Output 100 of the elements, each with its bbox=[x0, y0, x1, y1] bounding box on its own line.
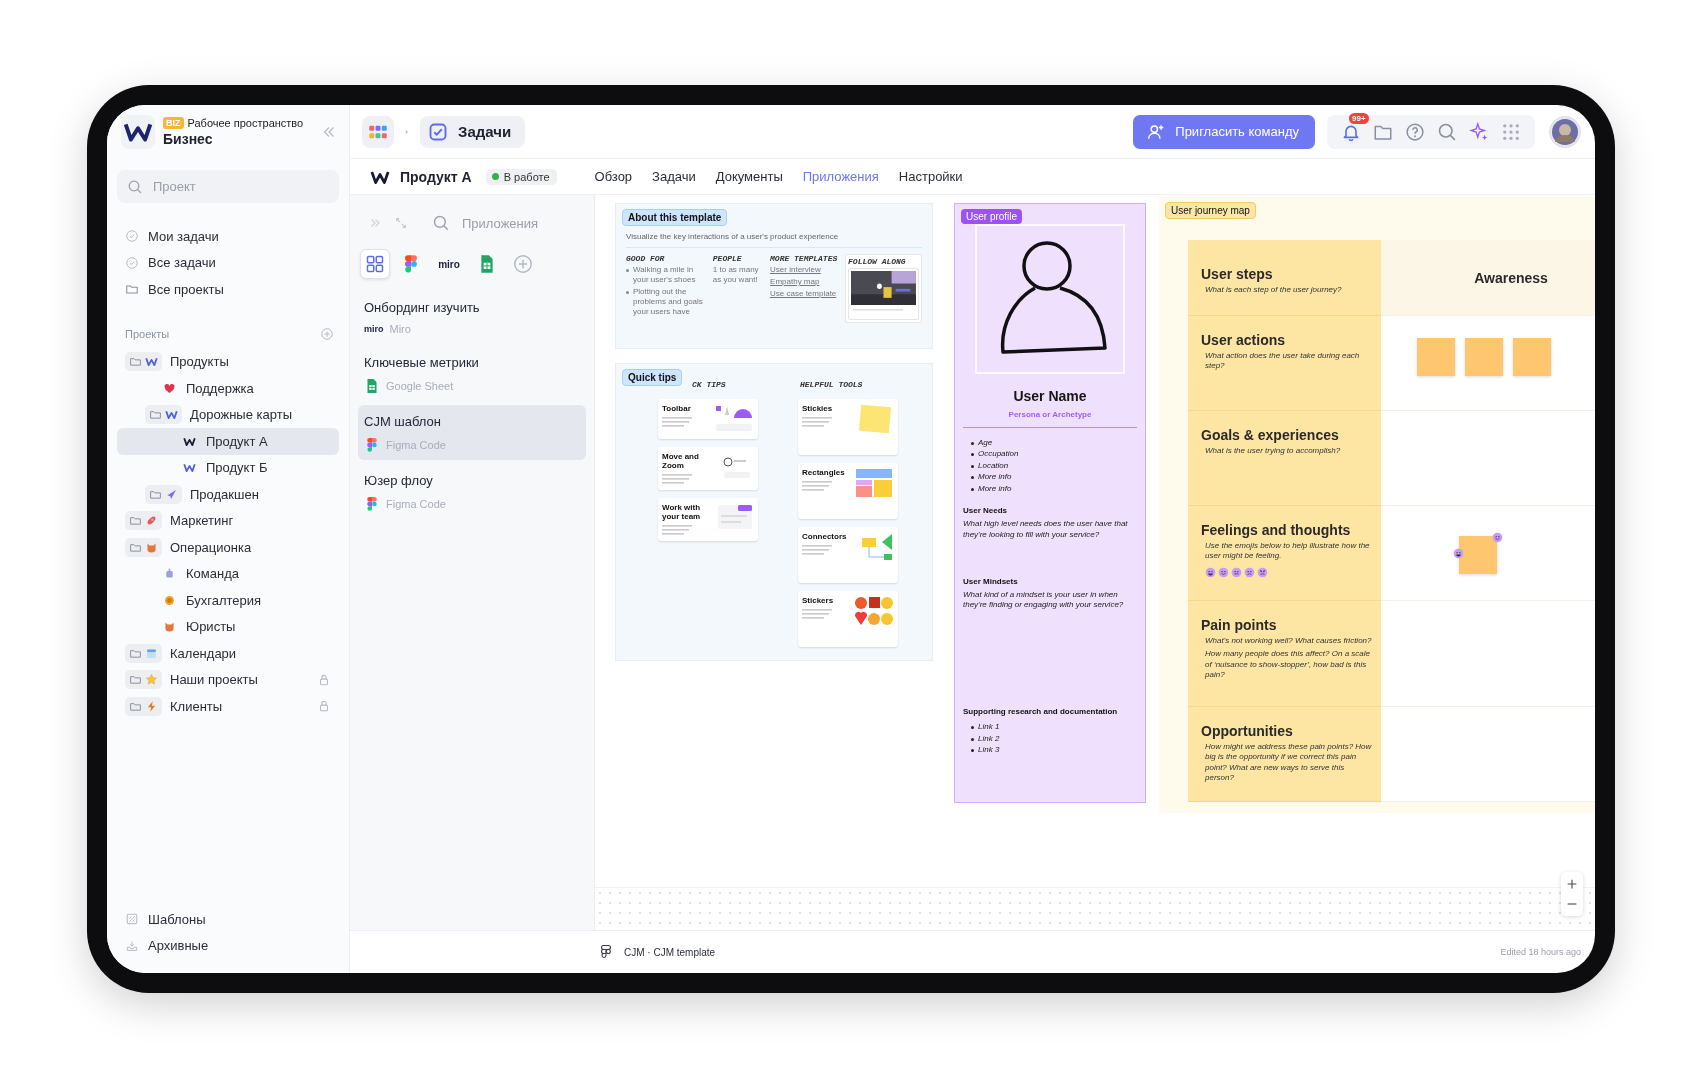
row-hint: How many people does this affect? On a scale of ‘nuisance to show-stopper’, how bad is this pain? bbox=[1204, 649, 1371, 681]
add-project-icon[interactable] bbox=[320, 326, 334, 341]
bullet-icon bbox=[971, 487, 974, 491]
text-lines-drawing bbox=[802, 480, 832, 492]
tip-title: Stickies bbox=[802, 404, 834, 413]
app-title: Ключевые метрики bbox=[364, 355, 480, 370]
project-item[interactable]: Наши проекты bbox=[117, 666, 339, 693]
sad-face-icon bbox=[1244, 566, 1255, 578]
bullet-text: Plotting out the problems and goals your users have bbox=[633, 287, 704, 317]
frame-label: Quick tips bbox=[622, 369, 683, 386]
research-link[interactable]: Link 1 bbox=[978, 722, 1000, 733]
bullet-icon bbox=[971, 476, 974, 480]
project-item[interactable]: Продукт А bbox=[117, 428, 339, 455]
row-title: User steps bbox=[1201, 266, 1274, 282]
w-logo-icon bbox=[145, 355, 158, 369]
all-filter[interactable] bbox=[360, 249, 390, 279]
figma-icon bbox=[364, 437, 380, 453]
nav-item[interactable]: Мои задачи bbox=[117, 223, 339, 250]
nav-item[interactable]: Шаблоны bbox=[117, 906, 339, 933]
tab[interactable]: Приложения bbox=[802, 169, 879, 184]
section-text: What kind of a mindset is your user in when they're finding or engaging with your service? bbox=[963, 589, 1125, 612]
row-hint: What is the user trying to accomplish? bbox=[1204, 446, 1342, 457]
tip-title: Rectangles bbox=[802, 468, 846, 477]
app-item[interactable]: Ключевые метрики Google Sheet bbox=[358, 346, 586, 401]
miro-logo: miro bbox=[364, 324, 384, 334]
column-heading: PEOPLE bbox=[712, 254, 743, 263]
workspace-label: Рабочее пространство bbox=[187, 116, 304, 129]
search-field[interactable]: Проект bbox=[117, 170, 339, 203]
project-item[interactable]: Команда bbox=[117, 560, 339, 587]
text-lines-drawing bbox=[662, 473, 692, 485]
project-item[interactable]: Календари bbox=[117, 640, 339, 667]
project-item[interactable]: Маркетинг bbox=[117, 507, 339, 534]
templates-icon bbox=[125, 912, 139, 927]
tab[interactable]: Документы bbox=[715, 169, 783, 184]
help-icon[interactable] bbox=[1405, 121, 1425, 142]
resize-icon[interactable] bbox=[394, 216, 408, 230]
app-item[interactable]: Юзер флоу Figma Code bbox=[358, 464, 586, 519]
template-link[interactable]: User interview bbox=[770, 265, 840, 275]
section-title: Supporting research and documentation bbox=[963, 707, 1119, 717]
app-item[interactable]: CJM шаблон Figma Code bbox=[358, 405, 586, 460]
tab[interactable]: Задачи bbox=[652, 169, 696, 184]
template-subtitle: Visualize the key interactions of a user's product experience bbox=[626, 232, 840, 241]
project-item[interactable]: Операционка bbox=[117, 534, 339, 561]
breadcrumb-button[interactable]: Задачи bbox=[420, 115, 526, 148]
template-link[interactable]: Use case template bbox=[770, 289, 840, 299]
w-logo-icon bbox=[183, 461, 196, 475]
bullet-icon bbox=[971, 464, 974, 468]
tip-title: Connectors bbox=[802, 532, 848, 541]
search-field[interactable]: Приложения bbox=[432, 210, 586, 236]
search-icon[interactable] bbox=[1437, 121, 1457, 142]
project-item[interactable]: Продакшен bbox=[117, 481, 339, 508]
workspace-name[interactable]: Бизнес bbox=[163, 130, 311, 147]
research-link[interactable]: Link 3 bbox=[978, 744, 1000, 756]
bullet-icon bbox=[971, 442, 974, 445]
grid-icon bbox=[365, 254, 385, 274]
section-text: What high level needs does the user have that they're looking to fill with your service? bbox=[963, 518, 1129, 541]
section-title: User Needs bbox=[963, 505, 1009, 515]
sparkle-icon[interactable] bbox=[1469, 121, 1489, 142]
nav-item[interactable]: Все проекты bbox=[117, 276, 339, 303]
frame-label: About this template bbox=[622, 209, 728, 226]
apps-button[interactable] bbox=[362, 115, 394, 148]
file-name: CJM · CJM template bbox=[624, 946, 716, 958]
project-item[interactable]: Юристы bbox=[117, 613, 339, 640]
expand-icon[interactable] bbox=[368, 216, 382, 230]
app-title: CJM шаблон bbox=[364, 414, 442, 429]
section-title: User Mindsets bbox=[963, 576, 1019, 586]
workspace-badge: BIZ bbox=[163, 116, 184, 129]
text-lines-drawing bbox=[662, 524, 692, 536]
project-item[interactable]: Клиенты bbox=[117, 693, 339, 720]
tab[interactable]: Обзор bbox=[594, 169, 633, 184]
research-link[interactable]: Link 2 bbox=[978, 733, 1000, 744]
grinning-face-icon bbox=[1453, 548, 1464, 559]
video-card[interactable] bbox=[848, 268, 919, 320]
bullet-icon bbox=[971, 737, 974, 741]
app-item[interactable]: Онбординг изучить miro Miro bbox=[358, 291, 586, 342]
body-text: 1 to as many as you want! bbox=[712, 265, 760, 285]
frame-label: User profile bbox=[961, 209, 1023, 224]
project-item[interactable]: Бухгалтерия bbox=[117, 587, 339, 614]
project-item[interactable]: Продукты bbox=[117, 348, 339, 375]
tab[interactable]: Настройки bbox=[898, 169, 963, 184]
project-item[interactable]: Дорожные карты bbox=[117, 401, 339, 428]
notification-badge: 99+ bbox=[1349, 112, 1369, 124]
sticky-note[interactable] bbox=[1459, 536, 1497, 574]
grinning-face-icon bbox=[1205, 566, 1216, 578]
invite-button[interactable]: Пригласить команду bbox=[1133, 114, 1315, 149]
miro-filter[interactable]: miro bbox=[432, 249, 466, 279]
nav-item[interactable]: Все задачи bbox=[117, 249, 339, 276]
bullet-text: Walking a mile in your user's shoes bbox=[633, 265, 697, 285]
template-link[interactable]: Empathy map bbox=[770, 277, 840, 287]
app-source: Figma Code bbox=[386, 439, 446, 451]
project-item[interactable]: Поддержка bbox=[117, 375, 339, 402]
workspace-logo bbox=[121, 114, 155, 149]
avatar[interactable] bbox=[1549, 115, 1581, 148]
rectangles-drawing bbox=[854, 468, 894, 498]
app-source: Google Sheet bbox=[386, 380, 454, 392]
tip-title: Stickers bbox=[802, 596, 835, 605]
apps-grid-icon[interactable] bbox=[1501, 121, 1521, 142]
column-heading: HELPFUL TOOLS bbox=[800, 380, 864, 389]
nav-item[interactable]: Архивные bbox=[117, 932, 339, 959]
project-item[interactable]: Продукт Б bbox=[117, 454, 339, 481]
